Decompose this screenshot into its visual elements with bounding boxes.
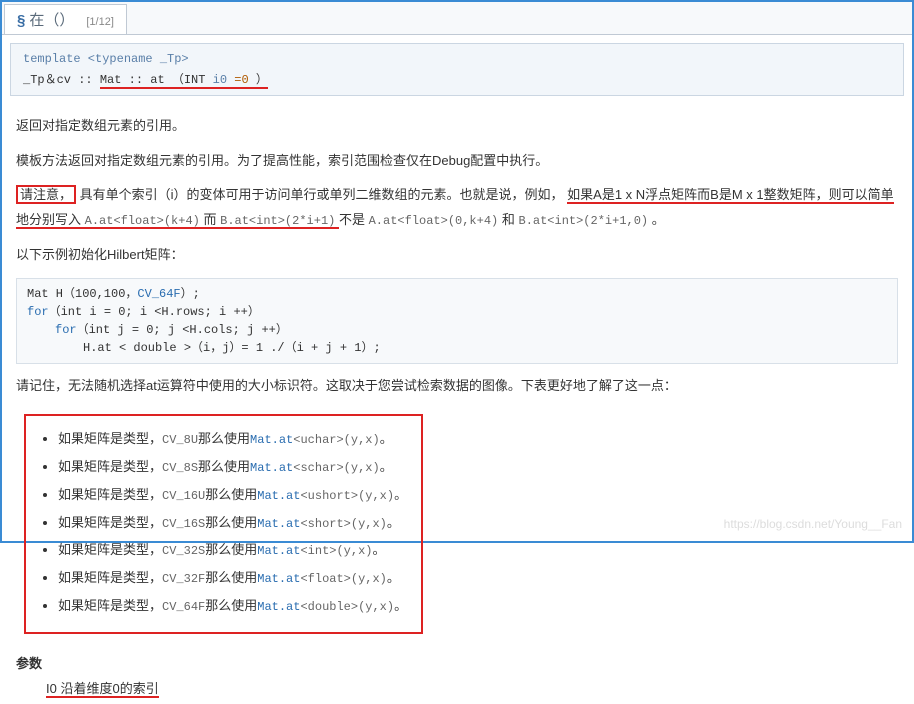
list-item: 如果矩阵是类型，CV_8S那么使用Mat.at<schar>(y,x)。: [58, 455, 407, 480]
li-pre: 如果矩阵是类型，: [58, 431, 162, 446]
decl-suffix: ）: [256, 73, 268, 87]
para-reminder: 请记住，无法随机选择at运算符中使用的大小标识符。这取决于您尝试检索数据的图像。…: [16, 374, 898, 399]
li-fn[interactable]: Mat.at: [257, 544, 300, 558]
note-code4: B.at<int>(2*i+1,0): [519, 214, 649, 228]
code-block-hilbert: Mat H（100,100，CV_64F）; for（int i = 0; i …: [16, 278, 898, 364]
li-fn[interactable]: Mat.at: [250, 433, 293, 447]
li-suf: 。: [372, 542, 385, 557]
decl-signature-line: _Tp＆cv :: Mat :: at （INT i0 =0 ）: [23, 70, 891, 87]
list-item: 如果矩阵是类型，CV_8U那么使用Mat.at<uchar>(y,x)。: [58, 427, 407, 452]
li-cv: CV_8S: [162, 461, 198, 475]
li-suf: 。: [394, 487, 407, 502]
li-fn[interactable]: Mat.at: [257, 517, 300, 531]
li-pre: 如果矩阵是类型，: [58, 515, 162, 530]
params-i0-desc: 沿着维度0的索引: [60, 681, 158, 696]
li-cv: CV_64F: [162, 600, 205, 614]
type-table-frame: 如果矩阵是类型，CV_8U那么使用Mat.at<uchar>(y,x)。 如果矩…: [24, 414, 423, 634]
code-l1b: CV_64F: [137, 287, 180, 301]
li-pre: 如果矩阵是类型，: [58, 598, 162, 613]
li-suf: 。: [380, 431, 393, 446]
code-l3b: （int j = 0; j <H.cols; j ++）: [77, 323, 288, 337]
code-l2a: for: [27, 305, 49, 319]
tab-word: 在（）: [29, 9, 74, 30]
declaration-box: template <typename _Tp> _Tp＆cv :: Mat ::…: [10, 43, 904, 96]
para-hilbert: 以下示例初始化Hilbert矩阵：: [16, 243, 898, 268]
li-fn[interactable]: Mat.at: [257, 600, 300, 614]
li-suf: 。: [380, 459, 393, 474]
note-mid1: 具有单个索引（i）的变体可用于访问单行或单列二维数组的元素。也就是说，例如，: [80, 187, 564, 202]
list-item: 如果矩阵是类型，CV_32F那么使用Mat.at<float>(y,x)。: [58, 566, 407, 591]
tab-index: [1/12]: [86, 16, 114, 28]
note-code3: A.at<float>(0,k+4): [369, 214, 499, 228]
decl-prefix: _Tp＆cv ::: [23, 73, 93, 87]
li-fn[interactable]: Mat.at: [257, 572, 300, 586]
decl-template-line: template <typename _Tp>: [23, 52, 891, 66]
note-and: 而: [203, 212, 216, 227]
li-mid: 那么使用: [198, 431, 250, 446]
para-note: 请注意， 具有单个索引（i）的变体可用于访问单行或单列二维数组的元素。也就是说，…: [16, 183, 898, 232]
code-line-2: for（int i = 0; i <H.rows; i ++）: [27, 303, 887, 321]
tab-bar: § 在（） [1/12]: [2, 2, 912, 35]
para-template: 模板方法返回对指定数组元素的引用。为了提高性能，索引范围检查仅在Debug配置中…: [16, 149, 898, 174]
code-line-1: Mat H（100,100，CV_64F）;: [27, 285, 887, 303]
li-cv: CV_16U: [162, 489, 205, 503]
li-cv: CV_8U: [162, 433, 198, 447]
li-mid: 那么使用: [205, 487, 257, 502]
code-l1a: Mat H（100,100，: [27, 287, 137, 301]
para-return: 返回对指定数组元素的引用。: [16, 114, 898, 139]
li-pre: 如果矩阵是类型，: [58, 570, 162, 585]
li-args: <ushort>(y,x): [300, 489, 394, 503]
li-args: <int>(y,x): [300, 544, 372, 558]
code-l2b: （int i = 0; i <H.rows; i ++）: [49, 305, 260, 319]
li-pre: 如果矩阵是类型，: [58, 487, 162, 502]
li-cv: CV_16S: [162, 517, 205, 531]
tab-symbol: §: [17, 12, 25, 29]
li-suf: 。: [387, 570, 400, 585]
note-period: 。: [652, 212, 665, 227]
li-args: <float>(y,x): [300, 572, 386, 586]
note-he: 和: [502, 212, 515, 227]
code-l1c: ）;: [181, 287, 200, 301]
li-suf: 。: [387, 515, 400, 530]
tab-at[interactable]: § 在（） [1/12]: [4, 4, 127, 34]
type-list: 如果矩阵是类型，CV_8U那么使用Mat.at<uchar>(y,x)。 如果矩…: [40, 427, 407, 619]
li-mid: 那么使用: [205, 542, 257, 557]
li-suf: 。: [394, 598, 407, 613]
code-l3a: for: [55, 323, 77, 337]
list-item: 如果矩阵是类型，CV_32S那么使用Mat.at<int>(y,x)。: [58, 538, 407, 563]
li-cv: CV_32S: [162, 544, 205, 558]
li-mid: 那么使用: [205, 515, 257, 530]
li-pre: 如果矩阵是类型，: [58, 542, 162, 557]
decl-i0: i0: [213, 73, 235, 87]
li-mid: 那么使用: [205, 598, 257, 613]
note-code2: B.at<int>(2*i+1): [220, 214, 335, 228]
li-cv: CV_32F: [162, 572, 205, 586]
params-heading: 参数: [16, 652, 898, 677]
list-item: 如果矩阵是类型，CV_64F那么使用Mat.at<double>(y,x)。: [58, 594, 407, 619]
note-label-box: 请注意，: [16, 185, 76, 204]
list-item: 如果矩阵是类型，CV_16U那么使用Mat.at<ushort>(y,x)。: [58, 483, 407, 508]
li-args: <double>(y,x): [300, 600, 394, 614]
list-item: 如果矩阵是类型，CV_16S那么使用Mat.at<short>(y,x)。: [58, 511, 407, 536]
params-i0-underlined: I0 沿着维度0的索引: [46, 681, 159, 698]
watermark: https://blog.csdn.net/Young__Fan: [724, 517, 902, 531]
decl-mat-at-underlined: Mat :: at （INT i0 =0 ）: [100, 73, 268, 89]
li-mid: 那么使用: [198, 459, 250, 474]
li-pre: 如果矩阵是类型，: [58, 459, 162, 474]
code-line-3: for（int j = 0; j <H.cols; j ++）: [27, 321, 887, 339]
li-mid: 那么使用: [205, 570, 257, 585]
content-area: 返回对指定数组元素的引用。 模板方法返回对指定数组元素的引用。为了提高性能，索引…: [2, 100, 912, 704]
note-code1: A.at<float>(k+4): [85, 214, 200, 228]
li-fn[interactable]: Mat.at: [257, 489, 300, 503]
decl-mid: Mat :: at （INT: [100, 73, 213, 87]
note-not: 不是: [339, 212, 365, 227]
li-args: <schar>(y,x): [293, 461, 379, 475]
code-line-4: H.at < double >（i，j）= 1 ./（i + j + 1）;: [27, 339, 887, 357]
li-fn[interactable]: Mat.at: [250, 461, 293, 475]
params-i0: I0: [46, 681, 57, 696]
params-row: I0 沿着维度0的索引: [16, 677, 898, 702]
li-args: <uchar>(y,x): [293, 433, 379, 447]
decl-eq: =0: [234, 73, 248, 87]
li-args: <short>(y,x): [300, 517, 386, 531]
